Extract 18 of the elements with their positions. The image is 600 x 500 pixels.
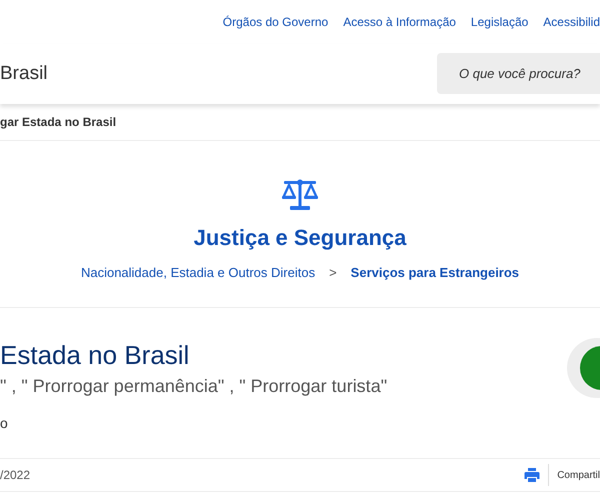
scales-icon: [280, 179, 320, 211]
update-date: /2022: [0, 468, 32, 482]
nav-link[interactable]: Órgãos do Governo: [222, 15, 328, 29]
search-field[interactable]: O que você procura?: [437, 52, 600, 94]
service-title: Estada no Brasil: [0, 339, 190, 370]
nav-link[interactable]: Acesso à Informação: [343, 15, 456, 29]
nav-link[interactable]: Legislação: [470, 15, 528, 29]
print-icon[interactable]: [524, 467, 540, 483]
breadcrumb-link[interactable]: Serviços para Estrangeiros: [350, 265, 520, 280]
share-label[interactable]: Compartil: [557, 470, 600, 480]
service-text: o: [0, 415, 8, 431]
category-title: Justiça e Segurança: [194, 225, 406, 251]
breadcrumb-current: gar Estada no Brasil: [0, 115, 116, 129]
site-title: Brasil: [0, 63, 48, 85]
service-aliases: " , " Prorrogar permanência" , " Prorrogar turista": [0, 376, 388, 397]
breadcrumb-separator: >: [329, 265, 337, 280]
breadcrumb-link[interactable]: Nacionalidade, Estadia e Outros Direitos: [80, 265, 316, 280]
nav-link[interactable]: Acessibilid: [543, 15, 600, 29]
